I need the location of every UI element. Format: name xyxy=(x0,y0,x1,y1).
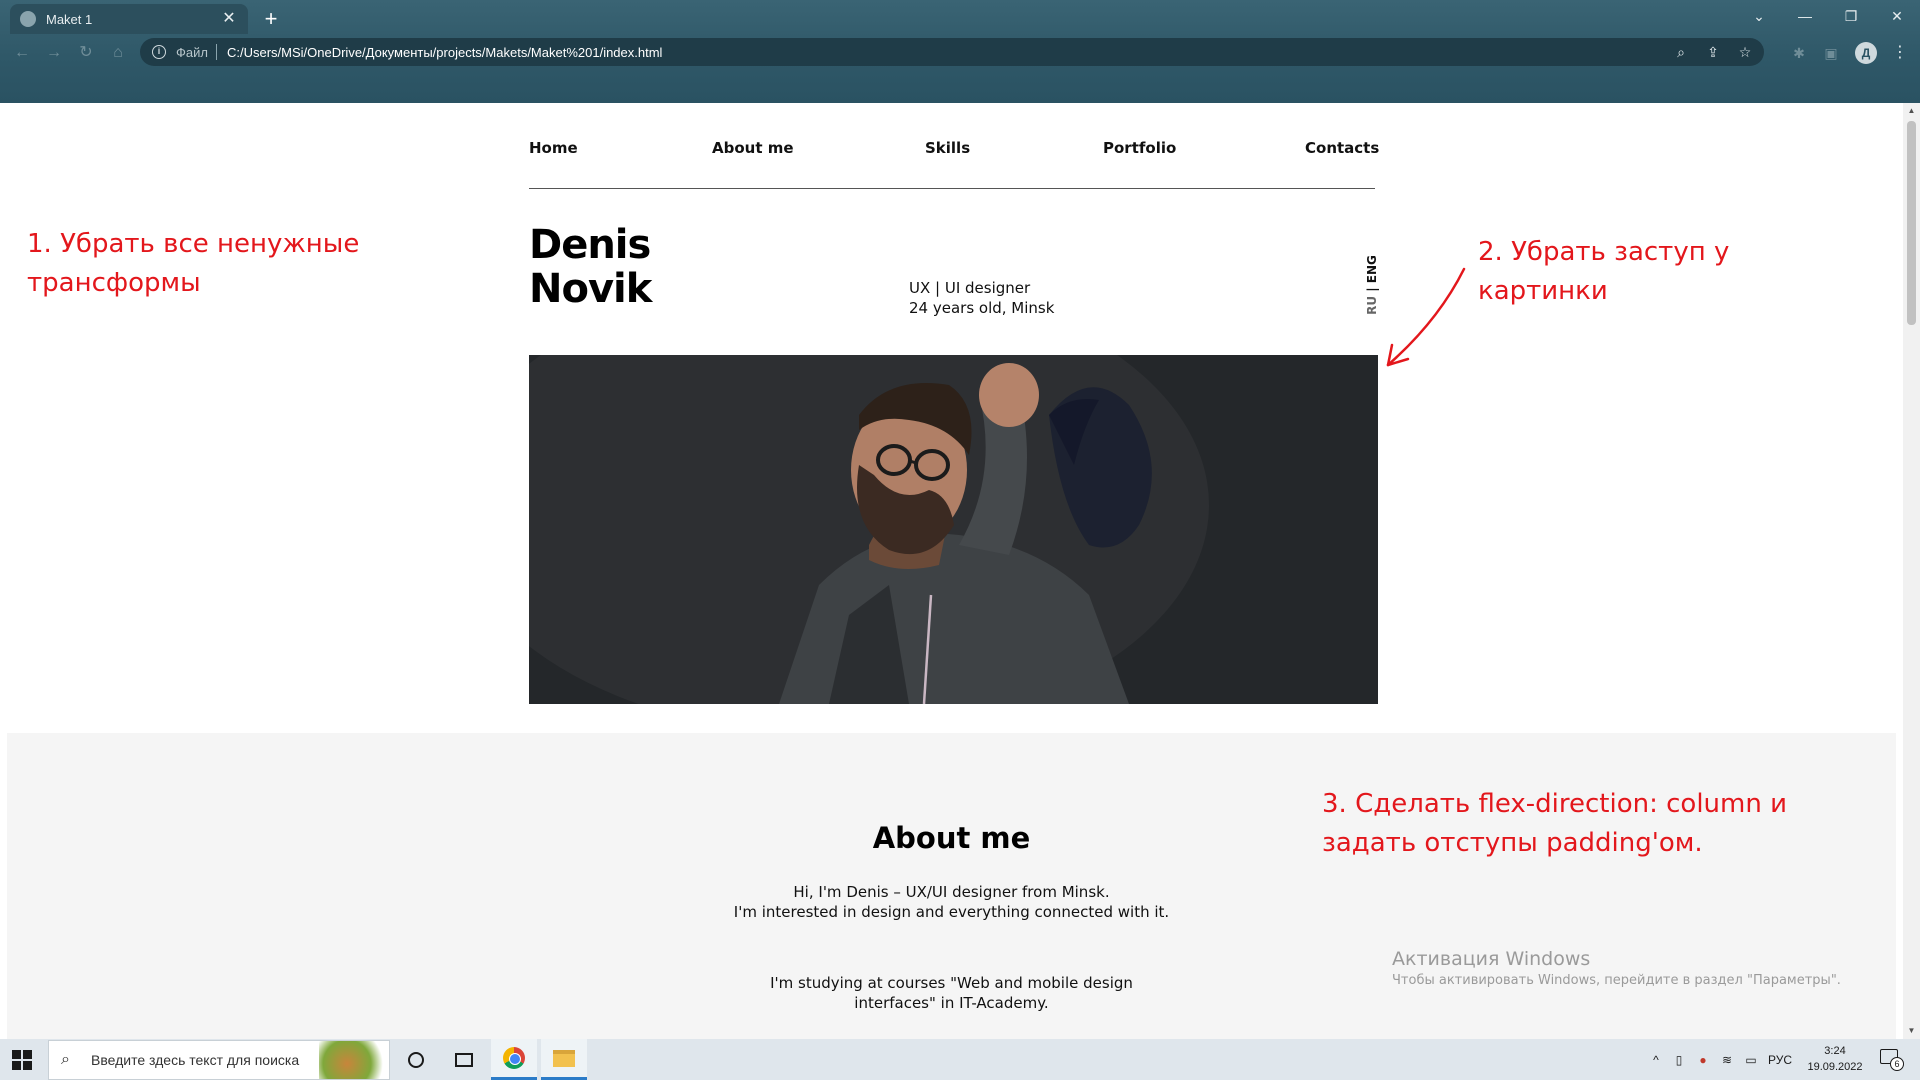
close-tab-icon[interactable]: ✕ xyxy=(220,10,238,28)
hero-first-name: Denis xyxy=(529,222,651,268)
bookmark-star-icon[interactable]: ☆ xyxy=(1732,42,1758,62)
browser-chrome: Maket 1 ✕ + ⌄ — ❐ ✕ ← → ↻ ⌂ i Файл C:/Us… xyxy=(0,0,1920,103)
nav-home[interactable]: Home xyxy=(529,139,578,157)
cortana-icon xyxy=(408,1051,424,1068)
hero-name: Denis Novik xyxy=(529,222,652,312)
task-view-icon xyxy=(455,1052,473,1067)
annotation-3: 3. Сделать flex-direction: column и зада… xyxy=(1322,785,1787,863)
windows-start-icon[interactable] xyxy=(8,1047,38,1073)
search-icon: ⌕ xyxy=(61,1051,70,1068)
address-bar[interactable]: i Файл C:/Users/MSi/OneDrive/Документы/p… xyxy=(140,38,1764,66)
annotation-3-line1: 3. Сделать flex-direction: column и xyxy=(1322,789,1788,819)
hero-role: UX | UI designer xyxy=(909,279,1031,297)
about-p1-line2: I'm interested in design and everything … xyxy=(733,903,1170,921)
url-scheme-label: Файл xyxy=(176,44,208,60)
reload-icon[interactable]: ↻ xyxy=(76,43,96,63)
hero-info: UX | UI designer 24 years old, Minsk xyxy=(909,278,1054,318)
lang-separator: | xyxy=(1365,283,1379,296)
hero-photo xyxy=(529,355,1378,704)
taskbar-file-explorer[interactable] xyxy=(541,1039,587,1080)
page-viewport: Home About me Skills Portfolio Contacts … xyxy=(0,103,1903,1039)
forward-arrow-icon[interactable]: → xyxy=(44,43,64,63)
hero-last-name: Novik xyxy=(529,266,652,312)
taskbar-search[interactable]: ⌕ Введите здесь текст для поиска xyxy=(48,1040,390,1080)
watermark-subtitle: Чтобы активировать Windows, перейдите в … xyxy=(1392,973,1841,988)
scroll-up-arrow-icon[interactable]: ▲ xyxy=(1903,103,1920,119)
about-paragraph-1: Hi, I'm Denis – UX/UI designer from Mins… xyxy=(7,882,1896,922)
tab-search-icon[interactable]: ⌄ xyxy=(1736,4,1782,28)
browser-tab[interactable]: Maket 1 ✕ xyxy=(10,4,248,34)
globe-icon xyxy=(20,11,36,27)
annotation-2-line1: 2. Убрать заступ у xyxy=(1478,237,1730,267)
zoom-icon[interactable]: ⌕ xyxy=(1668,42,1694,62)
about-section: About me Hi, I'm Denis – UX/UI designer … xyxy=(7,733,1896,1039)
windows-activation-watermark: Активация Windows Чтобы активировать Win… xyxy=(1392,946,1841,990)
site-nav: Home About me Skills Portfolio Contacts xyxy=(529,139,1379,159)
annotation-2-line2: картинки xyxy=(1478,276,1608,306)
address-divider xyxy=(215,44,217,60)
tray-device-icon[interactable]: ▯ xyxy=(1670,1051,1688,1069)
page-scrollbar[interactable]: ▲ ▼ xyxy=(1903,103,1920,1039)
share-icon[interactable]: ⇪ xyxy=(1700,42,1726,62)
folder-icon xyxy=(553,1049,575,1067)
nav-portfolio[interactable]: Portfolio xyxy=(1103,139,1176,157)
annotation-1-line2: трансформы xyxy=(27,268,201,298)
about-p1-line1: Hi, I'm Denis – UX/UI designer from Mins… xyxy=(793,883,1110,901)
taskbar-chrome[interactable] xyxy=(491,1039,537,1080)
scroll-down-arrow-icon[interactable]: ▼ xyxy=(1903,1023,1920,1039)
annotation-3-line2: задать отступы padding'ом. xyxy=(1322,828,1703,858)
nav-contacts[interactable]: Contacts xyxy=(1305,139,1379,157)
lang-eng[interactable]: ENG xyxy=(1365,255,1379,283)
url-text[interactable]: C:/Users/MSi/OneDrive/Документы/projects… xyxy=(227,45,1668,60)
taskbar-search-placeholder: Введите здесь текст для поиска xyxy=(91,1052,300,1068)
extension-icon[interactable]: ✱ xyxy=(1788,42,1810,64)
tab-strip: Maket 1 ✕ + ⌄ — ❐ ✕ xyxy=(0,0,1920,34)
hero-age-city: 24 years old, Minsk xyxy=(909,299,1055,317)
tray-battery-icon[interactable]: ▭ xyxy=(1742,1051,1760,1069)
cortana-button[interactable] xyxy=(393,1039,439,1080)
tray-wifi-icon[interactable]: ≋ xyxy=(1718,1051,1736,1069)
chrome-icon xyxy=(503,1047,525,1069)
notification-center[interactable]: 6 xyxy=(1880,1049,1904,1071)
annotation-1-line1: 1. Убрать все ненужные xyxy=(27,229,360,259)
annotation-2: 2. Убрать заступ у картинки xyxy=(1478,233,1729,311)
home-icon[interactable]: ⌂ xyxy=(108,43,128,63)
nav-divider xyxy=(529,188,1375,189)
annotation-arrow xyxy=(1386,267,1466,367)
clock-time: 3:24 xyxy=(1824,1045,1846,1057)
back-arrow-icon[interactable]: ← xyxy=(12,43,32,63)
tray-chevron-icon[interactable]: ^ xyxy=(1648,1051,1664,1069)
annotation-1: 1. Убрать все ненужные трансформы xyxy=(27,225,359,303)
taskbar-clock[interactable]: 3:24 19.09.2022 xyxy=(1796,1043,1874,1075)
new-tab-button[interactable]: + xyxy=(258,6,284,32)
restore-button[interactable]: ❐ xyxy=(1828,4,1874,28)
info-icon[interactable]: i xyxy=(152,45,166,59)
about-p2-line2: interfaces" in IT-Academy. xyxy=(854,994,1049,1012)
menu-dots-icon[interactable]: ⋮ xyxy=(1892,42,1908,64)
close-window-button[interactable]: ✕ xyxy=(1874,4,1920,28)
portrait-illustration xyxy=(529,355,1378,704)
nav-skills[interactable]: Skills xyxy=(925,139,970,157)
reading-list-icon[interactable]: ▣ xyxy=(1820,42,1842,64)
tab-title: Maket 1 xyxy=(46,11,93,27)
profile-avatar[interactable]: Д xyxy=(1855,42,1877,64)
browser-toolbar: ← → ↻ ⌂ i Файл C:/Users/MSi/OneDrive/Док… xyxy=(0,34,1920,70)
scrollbar-thumb[interactable] xyxy=(1907,121,1916,325)
lang-ru[interactable]: RU xyxy=(1365,296,1379,315)
tray-network-error-icon[interactable]: ● xyxy=(1694,1051,1712,1069)
watermark-title: Активация Windows xyxy=(1392,948,1591,970)
notification-count: 6 xyxy=(1890,1057,1904,1071)
tray-language[interactable]: РУС xyxy=(1766,1051,1794,1069)
search-highlight-image xyxy=(319,1041,389,1079)
minimize-button[interactable]: — xyxy=(1782,4,1828,28)
nav-about-me[interactable]: About me xyxy=(712,139,794,157)
task-view-button[interactable] xyxy=(441,1039,487,1080)
clock-date: 19.09.2022 xyxy=(1807,1061,1863,1073)
windows-taskbar: ⌕ Введите здесь текст для поиска ^ ▯ ● ≋… xyxy=(0,1039,1920,1080)
